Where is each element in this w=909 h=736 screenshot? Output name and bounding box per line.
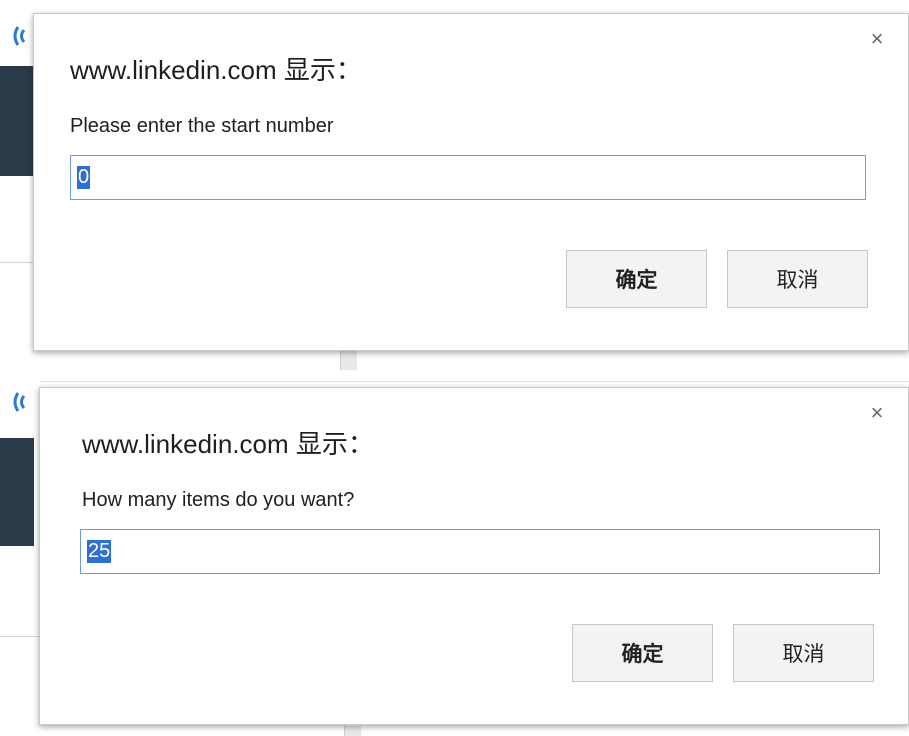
background-top-line (40, 381, 909, 382)
cancel-button[interactable]: 取消 (727, 250, 868, 308)
prompt-dialog: × www.linkedin.com 显示： How many items do… (39, 387, 909, 725)
screenshot-2: × www.linkedin.com 显示： How many items do… (0, 370, 909, 736)
ok-button[interactable]: 确定 (566, 250, 707, 308)
background-scrollbar (344, 726, 361, 736)
ok-button[interactable]: 确定 (572, 624, 713, 682)
background-divider (0, 636, 40, 637)
input-selected-text: 25 (87, 540, 112, 563)
background-dark-bar (0, 438, 34, 546)
dialog-prompt: Please enter the start number (70, 115, 334, 137)
background-scrollbar (340, 350, 357, 370)
prompt-input[interactable]: 25 (80, 529, 880, 574)
close-icon[interactable]: × (866, 28, 888, 50)
dialog-title: www.linkedin.com 显示： (70, 55, 362, 85)
cancel-button[interactable]: 取消 (733, 624, 874, 682)
dialog-prompt: How many items do you want? (82, 489, 355, 511)
linkedin-wave-logo-icon (13, 392, 26, 412)
close-icon[interactable]: × (866, 402, 888, 424)
prompt-input[interactable]: 0 (70, 155, 866, 200)
prompt-dialog: × www.linkedin.com 显示： Please enter the … (33, 13, 909, 351)
background-dark-bar (0, 66, 34, 176)
dialog-title: www.linkedin.com 显示： (82, 429, 374, 459)
screenshot-1: × www.linkedin.com 显示： Please enter the … (0, 0, 909, 370)
input-selected-text: 0 (77, 166, 91, 189)
